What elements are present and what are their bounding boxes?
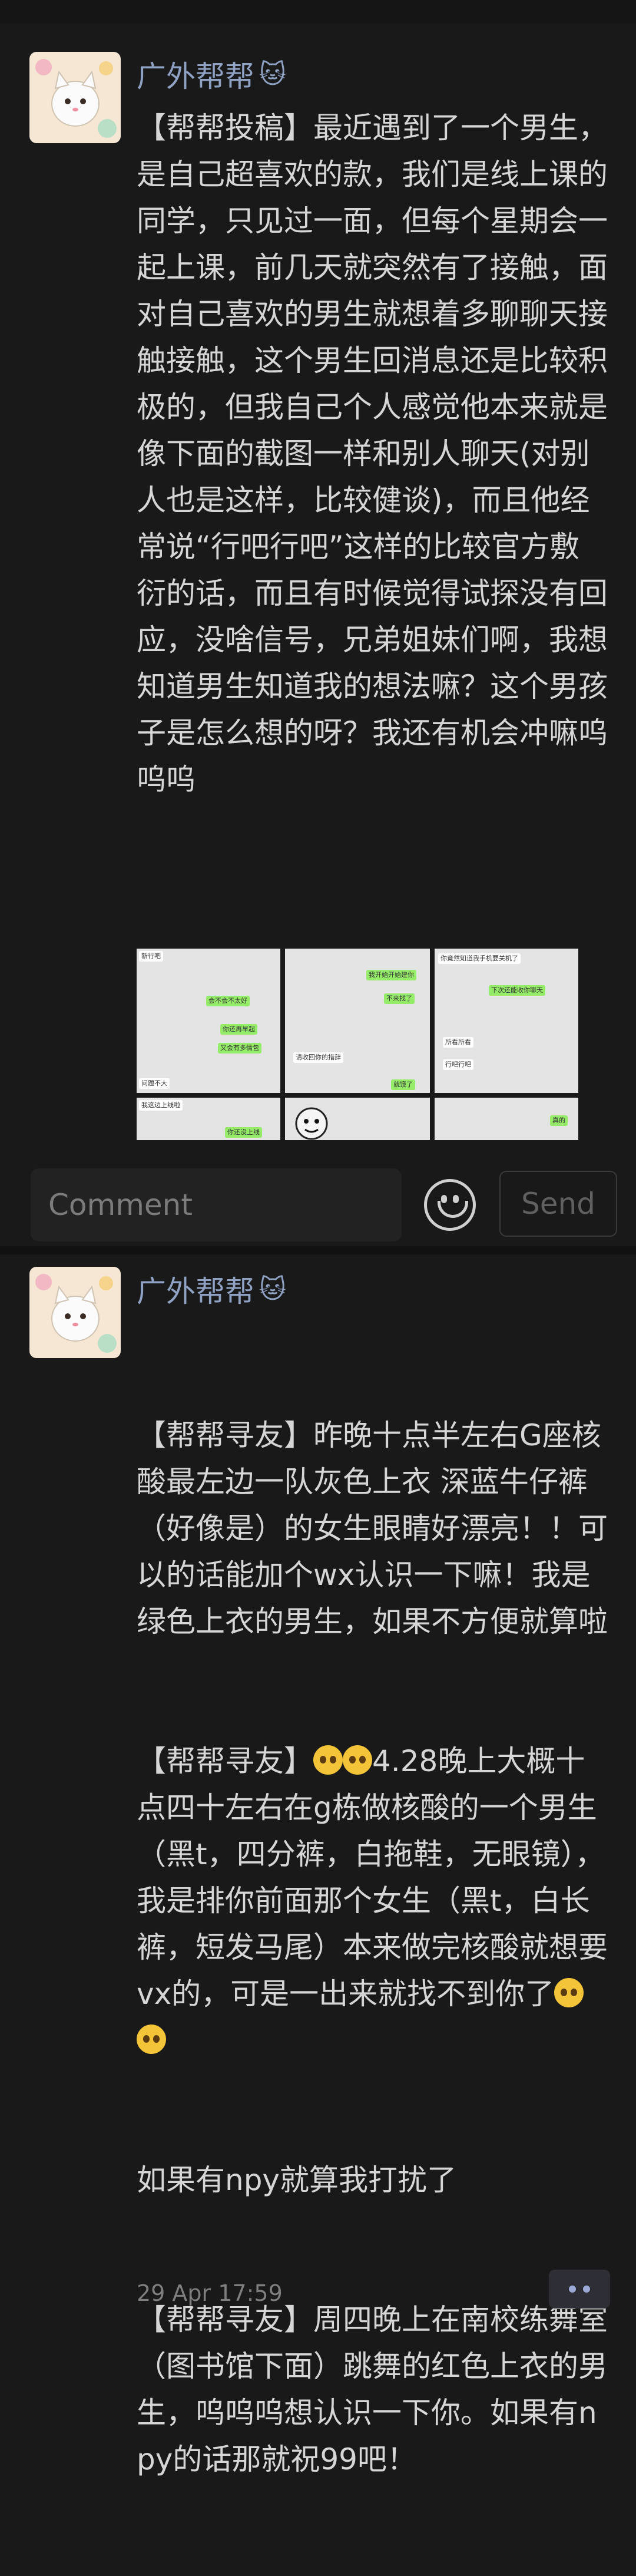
author-name[interactable]: 广外帮帮 🐱 bbox=[137, 1268, 286, 1310]
dot-icon bbox=[583, 2286, 590, 2293]
cat-emoji-icon: 🐱 bbox=[259, 1274, 286, 1304]
pleading-face-icon bbox=[343, 1745, 372, 1775]
author-name[interactable]: 广外帮帮 🐱 bbox=[137, 53, 286, 95]
chat-bubble: 行吧行吧 bbox=[443, 1059, 473, 1070]
chat-bubble: 我开始开始建你 bbox=[366, 970, 416, 980]
chat-bubble: 下次还能收你聊天 bbox=[489, 985, 545, 996]
avatar[interactable] bbox=[29, 52, 121, 143]
post-paragraph: 【帮帮寻友】周四晚上在南校练舞室（图书馆下面）跳舞的红色上衣的男生，呜呜呜想认识… bbox=[137, 2303, 608, 2476]
chat-bubble: 会不会不太好 bbox=[206, 996, 250, 1006]
more-options-button[interactable] bbox=[549, 2270, 610, 2309]
chat-bubble: 所看所看 bbox=[443, 1037, 473, 1048]
divider bbox=[0, 1246, 636, 1254]
post-text: 【帮帮寻友】昨晚十点半左右G座核酸最左边一队灰色上衣 深蓝牛仔裤（好像是）的女生… bbox=[137, 1319, 608, 2576]
send-button[interactable]: Send bbox=[499, 1171, 617, 1237]
comment-input[interactable]: Comment bbox=[31, 1168, 402, 1241]
image-grid: 新行吧 会不会不太好 你还再早起 又会有多情包 问题不大 我开始开始建你 不来找… bbox=[137, 949, 578, 1140]
chat-bubble: 我这边上线啦 bbox=[139, 1100, 183, 1111]
post-paragraph: 【帮帮寻友】昨晚十点半左右G座核酸最左边一队灰色上衣 深蓝牛仔裤（好像是）的女生… bbox=[137, 1418, 608, 1639]
chat-bubble: 就饿了 bbox=[391, 1079, 415, 1090]
emoji-icon[interactable] bbox=[424, 1179, 476, 1231]
author-label: 广外帮帮 bbox=[137, 1274, 254, 1309]
post-paragraph: 如果有npy就算我打扰了 bbox=[137, 2163, 457, 2197]
post-2: 广外帮帮 🐱 【帮帮寻友】昨晚十点半左右G座核酸最左边一队灰色上衣 深蓝牛仔裤（… bbox=[0, 1254, 636, 2476]
pleading-face-icon bbox=[554, 1978, 584, 2007]
chat-bubble: 不来找了 bbox=[384, 993, 415, 1004]
dot-icon bbox=[569, 2286, 576, 2293]
screenshot-thumbnail[interactable] bbox=[285, 1098, 430, 1140]
chat-bubble: 你还再早起 bbox=[220, 1024, 257, 1035]
chat-bubble: 请收回你的措辞 bbox=[293, 1052, 343, 1063]
screenshot-thumbnail[interactable]: 我开始开始建你 不来找了 请收回你的措辞 就饿了 bbox=[285, 949, 430, 1093]
cat-emoji-icon: 🐱 bbox=[259, 59, 286, 90]
chat-bubble: 新行吧 bbox=[139, 951, 163, 962]
screenshot-thumbnail[interactable]: 你竟然知道我手机要关机了 下次还能收你聊天 所看所看 行吧行吧 bbox=[435, 949, 578, 1093]
post-paragraph: 【帮帮寻友】 4.28晚上大概十点四十左右在g栋做核酸的一个男生（黑t，四分裤，白… bbox=[137, 1738, 608, 2064]
chat-bubble: 真的 bbox=[550, 1115, 568, 1126]
chat-bubble: 问题不大 bbox=[139, 1078, 170, 1089]
post-text: 【帮帮投稿】最近遇到了一个男生，是自己超喜欢的款，我们是线上课的同学，只见过一面… bbox=[137, 111, 608, 797]
screenshot-thumbnail[interactable]: 真的 bbox=[435, 1098, 578, 1140]
meme-face-icon bbox=[295, 1107, 328, 1140]
post-1: 广外帮帮 🐱 【帮帮投稿】最近遇到了一个男生，是自己超喜欢的款，我们是线上课的同… bbox=[0, 0, 636, 1140]
avatar[interactable] bbox=[29, 1267, 121, 1358]
post-timestamp: 29 Apr 17:59 bbox=[137, 2280, 283, 2306]
screenshot-thumbnail[interactable]: 我这边上线啦 你还没上线 bbox=[137, 1098, 280, 1140]
author-label: 广外帮帮 bbox=[137, 60, 254, 94]
chat-bubble: 又会有多情包 bbox=[218, 1043, 261, 1053]
pleading-face-icon bbox=[137, 2025, 166, 2054]
chat-bubble: 你竟然知道我手机要关机了 bbox=[438, 953, 521, 964]
chat-bubble: 你还没上线 bbox=[225, 1127, 262, 1138]
comment-bar: Comment Send bbox=[0, 1140, 636, 1246]
screenshot-thumbnail[interactable]: 新行吧 会不会不太好 你还再早起 又会有多情包 问题不大 bbox=[137, 949, 280, 1093]
pleading-face-icon bbox=[313, 1745, 343, 1775]
